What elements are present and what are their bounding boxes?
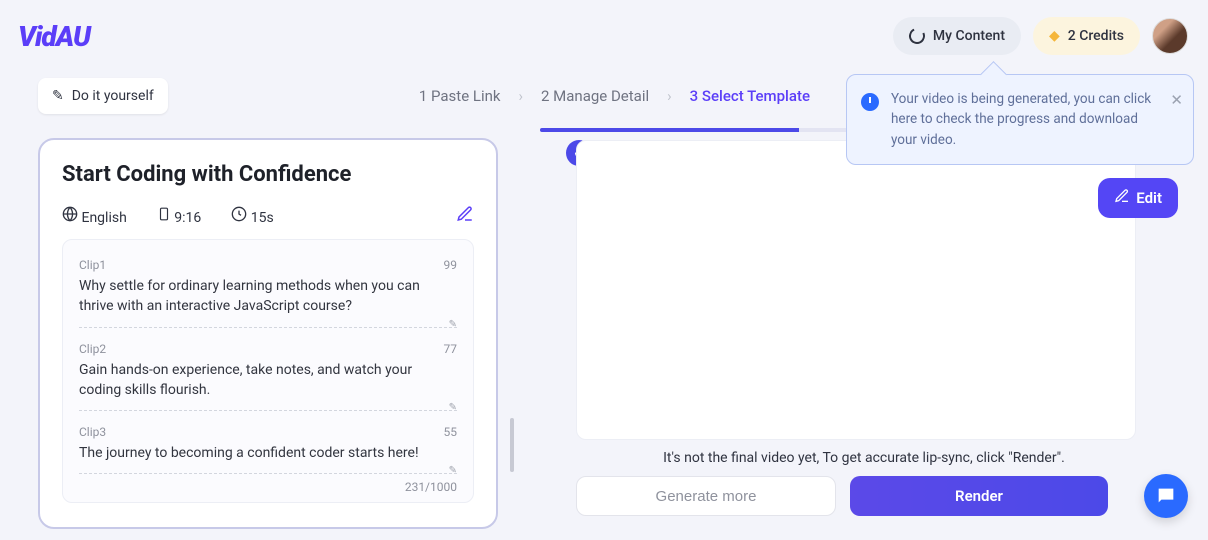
pen-icon bbox=[1114, 188, 1130, 208]
clips-container: Clip1 99 Why settle for ordinary learnin… bbox=[62, 239, 474, 503]
clock-icon bbox=[861, 93, 879, 111]
generation-toast[interactable]: Your video is being generated, you can c… bbox=[846, 74, 1194, 165]
generate-more-button[interactable]: Generate more bbox=[576, 476, 836, 516]
clip-label: Clip2 bbox=[79, 342, 106, 356]
pen-icon: ✎ bbox=[52, 88, 64, 104]
script-editor-card: Start Coding with Confidence English 9:1… bbox=[38, 138, 498, 529]
diamond-icon: ◆ bbox=[1049, 28, 1060, 44]
aspect-ratio-chip[interactable]: 9:16 bbox=[157, 206, 201, 226]
header: VidAU My Content ◆ 2 Credits bbox=[0, 0, 1208, 72]
clip-remaining: 55 bbox=[444, 425, 458, 439]
clip-label: Clip1 bbox=[79, 258, 106, 272]
clip-divider bbox=[79, 327, 457, 328]
clip-text[interactable]: Gain hands-on experience, take notes, an… bbox=[79, 360, 457, 401]
chevron-icon: › bbox=[519, 87, 524, 105]
chevron-icon: › bbox=[667, 87, 672, 105]
step-paste-link[interactable]: 1 Paste Link bbox=[419, 87, 501, 105]
phone-icon bbox=[157, 210, 174, 226]
edit-meta-button[interactable] bbox=[456, 205, 474, 227]
chat-icon bbox=[1155, 485, 1177, 507]
char-counter: 231/1000 bbox=[79, 480, 457, 494]
video-meta-row: English 9:16 15s bbox=[62, 205, 474, 227]
do-it-yourself-button[interactable]: ✎ Do it yourself bbox=[38, 78, 168, 114]
clip-item[interactable]: Clip3 55 The journey to becoming a confi… bbox=[79, 413, 457, 476]
clip-remaining: 77 bbox=[444, 342, 458, 356]
scrollbar-indicator[interactable] bbox=[510, 418, 514, 472]
my-content-label: My Content bbox=[933, 28, 1005, 44]
edit-video-button[interactable]: Edit bbox=[1098, 178, 1178, 218]
render-button[interactable]: Render bbox=[850, 476, 1108, 516]
clip-item[interactable]: Clip1 99 Why settle for ordinary learnin… bbox=[79, 246, 457, 330]
video-title: Start Coding with Confidence bbox=[62, 162, 474, 187]
close-icon[interactable]: ✕ bbox=[1170, 89, 1183, 112]
clip-text[interactable]: Why settle for ordinary learning methods… bbox=[79, 276, 457, 317]
chat-launcher-button[interactable] bbox=[1144, 474, 1188, 518]
clock-icon bbox=[231, 210, 250, 226]
video-preview-placeholder[interactable] bbox=[576, 140, 1136, 440]
preview-column: ✓ It's not the final video yet, To get a… bbox=[540, 128, 1188, 532]
header-right: My Content ◆ 2 Credits bbox=[893, 17, 1188, 55]
clip-item[interactable]: Clip2 77 Gain hands-on experience, take … bbox=[79, 330, 457, 414]
credits-button[interactable]: ◆ 2 Credits bbox=[1033, 17, 1140, 55]
toast-text: Your video is being generated, you can c… bbox=[891, 91, 1151, 148]
step-breadcrumb: 1 Paste Link › 2 Manage Detail › 3 Selec… bbox=[419, 87, 810, 105]
clip-text[interactable]: The journey to becoming a confident code… bbox=[79, 443, 457, 463]
globe-icon bbox=[62, 210, 81, 226]
clip-divider bbox=[79, 410, 457, 411]
step-select-template[interactable]: 3 Select Template bbox=[690, 87, 810, 105]
avatar[interactable] bbox=[1152, 18, 1188, 54]
my-content-button[interactable]: My Content bbox=[893, 17, 1021, 55]
clip-label: Clip3 bbox=[79, 425, 106, 439]
language-chip[interactable]: English bbox=[62, 206, 127, 226]
logo[interactable]: VidAU bbox=[18, 20, 90, 53]
credits-label: 2 Credits bbox=[1068, 28, 1124, 44]
action-buttons: Generate more Render bbox=[576, 476, 1108, 516]
render-hint: It's not the final video yet, To get acc… bbox=[540, 450, 1188, 466]
refresh-icon bbox=[907, 26, 928, 47]
step-manage-detail[interactable]: 2 Manage Detail bbox=[541, 87, 649, 105]
clip-remaining: 99 bbox=[444, 258, 458, 272]
duration-chip[interactable]: 15s bbox=[231, 206, 273, 226]
clip-divider bbox=[79, 473, 457, 474]
diy-label: Do it yourself bbox=[72, 88, 154, 104]
